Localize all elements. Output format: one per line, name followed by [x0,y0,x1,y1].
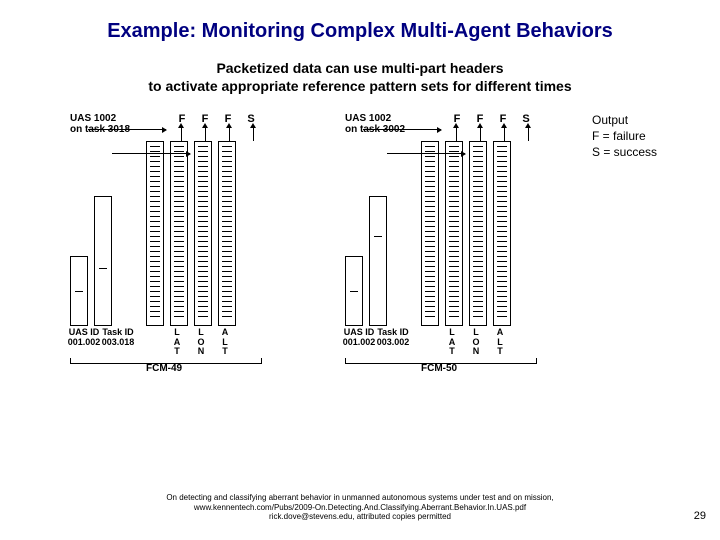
arrow-up-icon [181,127,182,141]
fcm-49-label: FCM-49 [146,363,182,374]
fcm-49-header: UAS 1002 on task 3018 [70,113,130,135]
fcm-50-block: UAS 1002 on task 3002 F F F S UAS ID001.… [345,113,575,373]
col-label-lat: L A T [168,328,186,356]
legend-line-2: F = failure [592,129,646,143]
arrow-up-icon [253,127,254,141]
footer-l2: www.kennentech.com/Pubs/2009-On.Detectin… [194,503,526,512]
slide-title: Example: Monitoring Complex Multi-Agent … [0,0,720,43]
arrow-up-icon [229,127,230,141]
bar-lat [421,141,439,326]
col-label-lon: L O N [192,328,210,356]
footer-l1: On detecting and classifying aberrant be… [166,493,553,502]
slide-subtitle: Packetized data can use multi-part heade… [0,59,720,95]
arrow-up-icon [504,127,505,141]
fcm-49-outputs: F F F S [175,113,258,125]
arrow-up-icon [456,127,457,141]
subtitle-line-1: Packetized data can use multi-part heade… [216,60,503,76]
fcm-49-header-l1: UAS 1002 [70,113,116,124]
bar-uas-id [70,256,88,326]
legend-line-1: Output [592,113,628,127]
subtitle-line-2: to activate appropriate reference patter… [148,78,571,94]
fcm-50-bars [345,141,511,326]
fcm-50-header-l1: UAS 1002 [345,113,391,124]
col-label-alt: A L T [491,328,509,356]
bar-extra [493,141,511,326]
col-label-taskid: Task ID003.018 [100,328,136,347]
col-label-uasid: UAS ID001.002 [341,328,377,347]
fcm-50-outputs: F F F S [450,113,533,125]
arrow-up-icon [480,127,481,141]
col-label-lon: L O N [467,328,485,356]
arrow-up-icon [205,127,206,141]
page-number: 29 [694,510,706,522]
legend-line-3: S = success [592,145,657,159]
col-label-lat: L A T [443,328,461,356]
output-legend: Output F = failure S = success [592,113,657,160]
footer-citation: On detecting and classifying aberrant be… [0,493,720,522]
arrow-right-icon [363,129,441,130]
bar-alt [194,141,212,326]
bar-extra [218,141,236,326]
arrow-up-icon [528,127,529,141]
arrow-right-icon [387,153,465,154]
fcm-50-label: FCM-50 [421,363,457,374]
fcm-49-bars [70,141,236,326]
arrow-right-icon [88,129,166,130]
diagram: UAS 1002 on task 3018 F F F S UAS ID001.… [40,113,680,393]
bar-task-id [94,196,112,326]
bar-lon [170,141,188,326]
bar-uas-id [345,256,363,326]
fcm-49-block: UAS 1002 on task 3018 F F F S UAS ID001.… [70,113,300,373]
fcm-50-header: UAS 1002 on task 3002 [345,113,405,135]
bar-lon [445,141,463,326]
col-label-taskid: Task ID003.002 [375,328,411,347]
arrow-right-icon [112,153,190,154]
bar-lat [146,141,164,326]
bar-task-id [369,196,387,326]
bar-alt [469,141,487,326]
footer-l3: rick.dove@stevens.edu, attributed copies… [269,512,451,521]
col-label-alt: A L T [216,328,234,356]
col-label-uasid: UAS ID001.002 [66,328,102,347]
